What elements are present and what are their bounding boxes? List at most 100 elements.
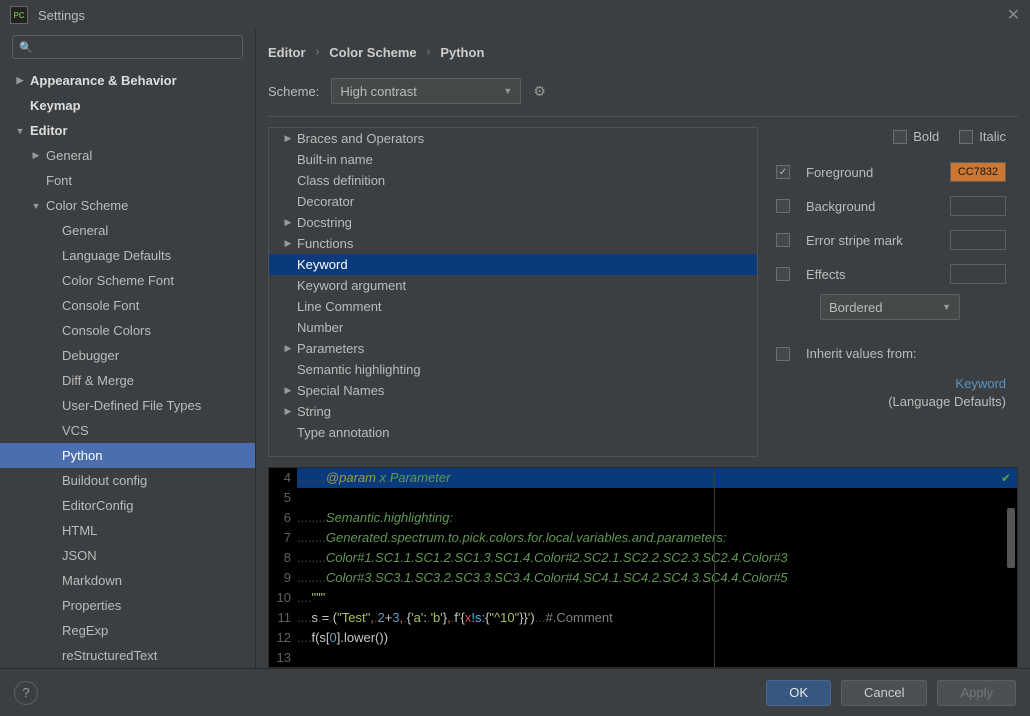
tree-arrow-icon: ▶ (14, 75, 26, 86)
gutter-line-number: 11 (269, 608, 291, 628)
breadcrumb-item[interactable]: Color Scheme (329, 45, 416, 60)
gutter-line-number: 7 (269, 528, 291, 548)
sidebar-item-label: General (62, 223, 108, 238)
sidebar-item[interactable]: User-Defined File Types (0, 393, 255, 418)
chevron-down-icon: ▼ (942, 302, 951, 312)
foreground-checkbox[interactable] (776, 165, 790, 179)
sidebar-item[interactable]: RegExp (0, 618, 255, 643)
search-input[interactable]: 🔍 (12, 35, 243, 59)
sidebar-item-label: Console Font (62, 298, 139, 313)
tree-arrow-icon: ▶ (281, 406, 295, 417)
inherit-checkbox[interactable] (776, 347, 790, 361)
cancel-button[interactable]: Cancel (841, 680, 927, 706)
sidebar-item[interactable]: ▶General (0, 143, 255, 168)
help-button[interactable]: ? (14, 681, 38, 705)
sidebar-item[interactable]: Language Defaults (0, 243, 255, 268)
sidebar-item-label: Color Scheme (46, 198, 128, 213)
background-row: Background (776, 196, 1018, 216)
gear-icon[interactable]: ⚙ (533, 83, 546, 100)
apply-button[interactable]: Apply (937, 680, 1016, 706)
tree-arrow-icon: ▶ (281, 385, 295, 396)
effects-checkbox[interactable] (776, 267, 790, 281)
settings-tree[interactable]: ▶Appearance & BehaviorKeymap▼Editor▶Gene… (0, 64, 255, 668)
sidebar-item-label: Appearance & Behavior (30, 73, 177, 88)
sidebar-item[interactable]: Font (0, 168, 255, 193)
code-line: ........Color#1.SC1.1.SC1.2.SC1.3.SC1.4.… (297, 548, 1017, 568)
sidebar-item[interactable]: Markdown (0, 568, 255, 593)
attribute-item[interactable]: ▶Parameters (269, 338, 757, 359)
sidebar-item[interactable]: EditorConfig (0, 493, 255, 518)
sidebar-item-label: Keymap (30, 98, 81, 113)
code-line: ........@param.x.Parameter (297, 468, 1017, 488)
scrollbar-thumb[interactable] (1007, 508, 1015, 568)
errorstripe-swatch[interactable] (950, 230, 1006, 250)
scheme-label: Scheme: (268, 84, 319, 99)
breadcrumb-item[interactable]: Editor (268, 45, 306, 60)
errorstripe-checkbox[interactable] (776, 233, 790, 247)
sidebar-item[interactable]: Debugger (0, 343, 255, 368)
sidebar-item[interactable]: Python (0, 443, 255, 468)
background-label: Background (806, 199, 940, 214)
sidebar-item-label: HTML (62, 523, 97, 538)
sidebar-item[interactable]: VCS (0, 418, 255, 443)
effects-label: Effects (806, 267, 940, 282)
search-field[interactable] (37, 40, 236, 54)
sidebar-item[interactable]: Diff & Merge (0, 368, 255, 393)
attribute-list[interactable]: ▶Braces and OperatorsBuilt-in nameClass … (268, 127, 758, 457)
sidebar-item[interactable]: Console Font (0, 293, 255, 318)
background-swatch[interactable] (950, 196, 1006, 216)
sidebar-item[interactable]: Color Scheme Font (0, 268, 255, 293)
sidebar-item[interactable]: JSON (0, 543, 255, 568)
sidebar-item[interactable]: Buildout config (0, 468, 255, 493)
breadcrumb-item[interactable]: Python (440, 45, 484, 60)
attribute-item[interactable]: ▶Braces and Operators (269, 128, 757, 149)
foreground-swatch[interactable]: CC7832 (950, 162, 1006, 182)
sidebar-item-label: Color Scheme Font (62, 273, 174, 288)
sidebar-item[interactable]: HTML (0, 518, 255, 543)
code-preview[interactable]: ✔ 45678910111213 ........@param.x.Parame… (268, 467, 1018, 668)
effects-type-combo[interactable]: Bordered ▼ (820, 294, 960, 320)
sidebar-item[interactable]: reStructuredText (0, 643, 255, 668)
gutter-line-number: 13 (269, 648, 291, 668)
sidebar-item[interactable]: ▶ Appearance & Behavior (0, 68, 255, 93)
close-icon[interactable]: ✕ (1007, 5, 1020, 25)
sidebar-item-label: RegExp (62, 623, 108, 638)
sidebar-item[interactable]: Properties (0, 593, 255, 618)
sidebar-item[interactable]: Keymap (0, 93, 255, 118)
attribute-item[interactable]: Line Comment (269, 296, 757, 317)
tree-arrow-icon: ▶ (30, 150, 42, 161)
preview-scrollbar[interactable] (1007, 468, 1015, 667)
attribute-item[interactable]: Semantic highlighting (269, 359, 757, 380)
scheme-combo[interactable]: High contrast ▼ (331, 78, 521, 104)
attribute-item[interactable]: ▶String (269, 401, 757, 422)
background-checkbox[interactable] (776, 199, 790, 213)
code-line: ........Color#3.SC3.1.SC3.2.SC3.3.SC3.4.… (297, 568, 1017, 588)
attribute-item[interactable]: ▶Special Names (269, 380, 757, 401)
code-line: ....f(s[0].lower()) (297, 628, 1017, 648)
gutter-line-number: 6 (269, 508, 291, 528)
code-line (297, 648, 1017, 668)
sidebar-item[interactable]: Console Colors (0, 318, 255, 343)
effects-swatch[interactable] (950, 264, 1006, 284)
sidebar-item[interactable]: ▼Color Scheme (0, 193, 255, 218)
code-gutter: 45678910111213 (269, 468, 297, 667)
inherit-link[interactable]: Keyword (776, 375, 1006, 393)
attribute-item[interactable]: Type annotation (269, 422, 757, 443)
attribute-item-label: Docstring (297, 215, 352, 230)
sidebar-item[interactable]: ▼Editor (0, 118, 255, 143)
foreground-row: Foreground CC7832 (776, 162, 1018, 182)
sidebar-item[interactable]: General (0, 218, 255, 243)
attribute-item[interactable]: Built-in name (269, 149, 757, 170)
attribute-item[interactable]: Keyword (269, 254, 757, 275)
bold-checkbox[interactable]: Bold (893, 129, 939, 144)
attribute-item[interactable]: Class definition (269, 170, 757, 191)
italic-checkbox[interactable]: Italic (959, 129, 1006, 144)
ok-button[interactable]: OK (766, 680, 831, 706)
inherit-source: (Language Defaults) (776, 393, 1006, 411)
attribute-item[interactable]: Decorator (269, 191, 757, 212)
attribute-item[interactable]: Number (269, 317, 757, 338)
attribute-item[interactable]: ▶Docstring (269, 212, 757, 233)
attribute-item-label: Functions (297, 236, 353, 251)
attribute-item[interactable]: Keyword argument (269, 275, 757, 296)
attribute-item[interactable]: ▶Functions (269, 233, 757, 254)
